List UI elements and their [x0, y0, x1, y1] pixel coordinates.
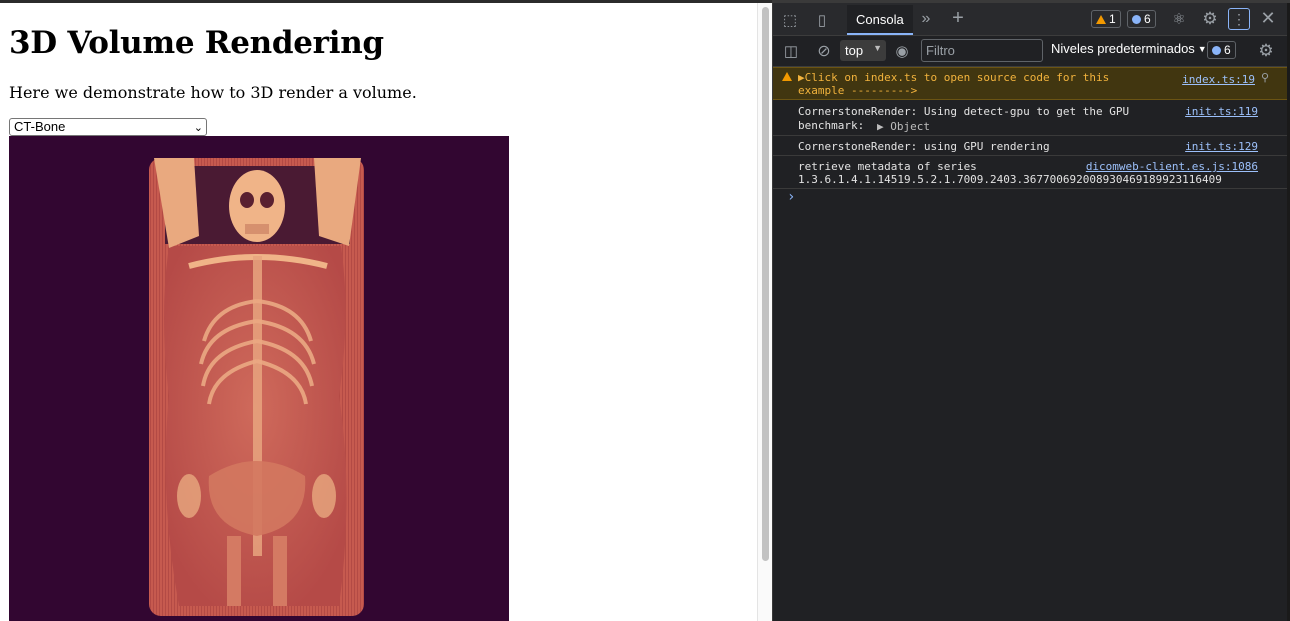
log-source-link[interactable]: init.ts:119: [1185, 105, 1258, 118]
log-entry[interactable]: CornerstoneRender: using GPU rendering i…: [773, 136, 1287, 156]
log-levels-dropdown[interactable]: Niveles predeterminados ▼: [1051, 41, 1207, 56]
sidebar-toggle-icon[interactable]: ◫: [782, 42, 800, 60]
log-entry[interactable]: retrieve metadata of series 1.3.6.1.4.1.…: [773, 156, 1287, 189]
warning-icon: [782, 72, 792, 81]
tab-console-label: Consola: [856, 11, 904, 27]
log-entry[interactable]: CornerstoneRender: Using detect-gpu to g…: [773, 100, 1287, 136]
context-select[interactable]: top ▼: [840, 40, 886, 61]
web-page: 3D Volume Rendering Here we demonstrate …: [0, 0, 772, 621]
log-text: example --------->: [798, 84, 918, 97]
log-text: CornerstoneRender: Using detect-gpu to g…: [798, 105, 1130, 118]
message-icon: [1212, 45, 1221, 55]
page-title: 3D Volume Rendering: [9, 25, 384, 61]
filter-input[interactable]: Filtro: [921, 39, 1043, 62]
console-log: ▶Click on index.ts to open source code f…: [773, 67, 1287, 205]
search-icon[interactable]: ⚲: [1261, 71, 1269, 84]
messages-badge[interactable]: 6: [1127, 10, 1156, 28]
log-text: ▶Click on index.ts to open source code f…: [798, 71, 1110, 84]
live-expression-eye-icon[interactable]: ◉: [893, 42, 911, 60]
warning-icon: [1096, 14, 1106, 24]
log-entry-warning[interactable]: ▶Click on index.ts to open source code f…: [773, 67, 1287, 100]
log-text: 1.3.6.1.4.1.14519.5.2.1.7009.2403.367700…: [798, 173, 1222, 186]
log-source-link[interactable]: index.ts:19: [1182, 73, 1255, 86]
filter-placeholder: Filtro: [926, 43, 955, 58]
log-text: benchmark:: [798, 119, 865, 132]
log-text: CornerstoneRender: using GPU rendering: [798, 140, 1050, 153]
clear-console-icon[interactable]: ⊘: [815, 42, 833, 60]
preset-select[interactable]: CT-Bone ⌄: [9, 118, 207, 136]
volume-render-image: [149, 158, 364, 616]
toolbar-messages-badge[interactable]: 6: [1207, 41, 1236, 59]
devtools-panel: ⬚ ▯ Consola » + 1 6 ⚛ ⚙ ⋮ ✕ ◫ ⊘ top ▼ ◉ …: [773, 3, 1287, 621]
page-scrollbar-thumb[interactable]: [762, 7, 769, 561]
context-select-value: top: [845, 43, 864, 58]
page-description: Here we demonstrate how to 3D render a v…: [9, 83, 417, 102]
warnings-count: 1: [1109, 12, 1116, 26]
messages-count: 6: [1144, 12, 1151, 26]
page-scrollbar[interactable]: [757, 3, 772, 621]
caret-down-icon: ▼: [1197, 43, 1207, 54]
log-object-expander[interactable]: ▶ Object: [877, 120, 930, 133]
message-icon: [1132, 14, 1141, 24]
log-source-link[interactable]: init.ts:129: [1185, 140, 1258, 153]
log-levels-label: Niveles predeterminados: [1051, 41, 1195, 56]
volume-viewport[interactable]: [9, 136, 509, 621]
more-options-icon[interactable]: ⋮: [1228, 8, 1250, 30]
warnings-badge[interactable]: 1: [1091, 10, 1121, 28]
inspect-element-icon[interactable]: ⬚: [781, 11, 799, 29]
console-toolbar: ◫ ⊘ top ▼ ◉ Filtro Niveles predeterminad…: [773, 36, 1287, 67]
more-tabs-icon[interactable]: »: [917, 10, 935, 28]
log-text: retrieve metadata of series: [798, 160, 977, 173]
toolbar-messages-count: 6: [1224, 43, 1231, 57]
console-settings-gear-icon[interactable]: ⚙: [1257, 41, 1275, 60]
devtools-tabbar: ⬚ ▯ Consola » + 1 6 ⚛ ⚙ ⋮ ✕: [773, 3, 1287, 36]
chevron-down-icon: ⌄: [193, 122, 203, 134]
close-devtools-icon[interactable]: ✕: [1259, 8, 1277, 28]
preset-select-value: CT-Bone: [14, 119, 66, 134]
log-source-link[interactable]: dicomweb-client.es.js:1086: [1086, 160, 1258, 173]
settings-gear-icon[interactable]: ⚙: [1201, 9, 1219, 28]
tab-console[interactable]: Consola: [847, 5, 913, 35]
caret-down-icon: ▼: [873, 43, 882, 53]
issues-icon[interactable]: ⚛: [1170, 10, 1188, 28]
add-tab-icon[interactable]: +: [949, 7, 967, 29]
console-prompt-chevron-icon[interactable]: ›: [787, 189, 795, 205]
device-toolbar-icon[interactable]: ▯: [813, 11, 831, 29]
